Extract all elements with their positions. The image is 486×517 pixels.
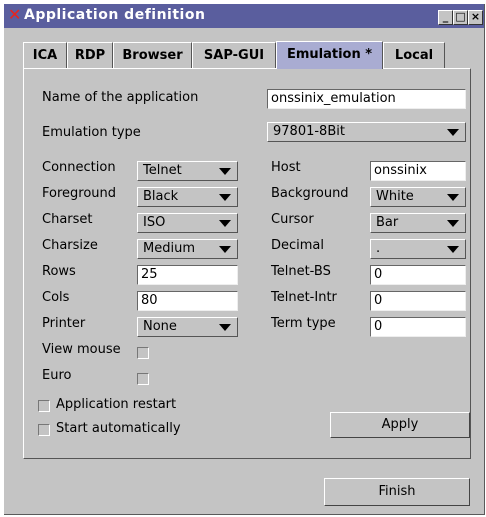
background-select[interactable]: White (370, 187, 466, 207)
app-name-label: Name of the application (42, 90, 199, 105)
charset-value: ISO (143, 215, 166, 230)
application-restart-checkbox[interactable] (38, 400, 50, 412)
decimal-select[interactable]: . (370, 239, 466, 259)
cursor-value: Bar (376, 215, 399, 230)
charset-select[interactable]: ISO (137, 213, 238, 233)
host-input[interactable]: onssinix (370, 161, 466, 181)
telnet-intr-input[interactable]: 0 (370, 291, 466, 311)
printer-value: None (143, 319, 177, 334)
rows-input[interactable]: 25 (137, 265, 238, 285)
background-label: Background (271, 186, 349, 201)
charset-label: Charset (42, 212, 93, 227)
telnet-bs-input[interactable]: 0 (370, 265, 466, 285)
application-definition-window: ✕ Application definition _ □ × ICA RDP B… (4, 4, 485, 515)
chevron-down-icon (447, 246, 459, 253)
chevron-down-icon (219, 220, 231, 227)
cols-input[interactable]: 80 (137, 291, 238, 311)
minimize-button[interactable]: _ (438, 10, 453, 25)
printer-select[interactable]: None (137, 317, 238, 337)
connection-select[interactable]: Telnet (137, 161, 238, 181)
term-type-input[interactable]: 0 (370, 317, 466, 337)
tab-emulation[interactable]: Emulation * (276, 41, 383, 69)
foreground-select[interactable]: Black (137, 187, 238, 207)
maximize-button[interactable]: □ (453, 10, 468, 25)
rows-label: Rows (42, 264, 76, 279)
chevron-down-icon (219, 194, 231, 201)
window-title: Application definition (24, 7, 206, 23)
app-x-icon: ✕ (8, 5, 22, 24)
tab-browser[interactable]: Browser (113, 42, 192, 68)
charsize-value: Medium (143, 241, 195, 256)
chevron-down-icon (447, 194, 459, 201)
cols-label: Cols (42, 290, 70, 305)
term-type-label: Term type (271, 316, 336, 331)
emulation-type-label: Emulation type (42, 125, 141, 140)
title-bar[interactable]: ✕ Application definition _ □ × (4, 4, 484, 28)
emulation-type-value: 97801-8Bit (273, 124, 345, 139)
close-button[interactable]: × (468, 10, 483, 25)
connection-value: Telnet (143, 163, 182, 178)
charsize-select[interactable]: Medium (137, 239, 238, 259)
tab-sap-gui[interactable]: SAP-GUI (192, 42, 276, 68)
finish-button[interactable]: Finish (324, 478, 470, 506)
view-mouse-checkbox[interactable] (137, 347, 149, 359)
printer-label: Printer (42, 316, 86, 331)
euro-label: Euro (42, 368, 72, 383)
chevron-down-icon (219, 324, 231, 331)
cursor-select[interactable]: Bar (370, 213, 466, 233)
telnet-intr-label: Telnet-Intr (271, 290, 337, 305)
tab-ica[interactable]: ICA (23, 42, 67, 68)
euro-checkbox[interactable] (137, 373, 149, 385)
connection-label: Connection (42, 160, 116, 175)
decimal-label: Decimal (271, 238, 325, 253)
tab-local[interactable]: Local (383, 42, 445, 68)
telnet-bs-label: Telnet-BS (271, 264, 331, 279)
host-label: Host (271, 160, 301, 175)
tab-rdp[interactable]: RDP (67, 42, 113, 68)
cursor-label: Cursor (271, 212, 314, 227)
decimal-value: . (376, 241, 381, 256)
chevron-down-icon (219, 168, 231, 175)
start-automatically-checkbox[interactable] (38, 424, 50, 436)
charsize-label: Charsize (42, 238, 98, 253)
emulation-panel: Name of the application onssinix_emulati… (23, 68, 471, 459)
start-automatically-label: Start automatically (56, 421, 181, 436)
app-name-input[interactable]: onssinix_emulation (267, 89, 466, 109)
chevron-down-icon (219, 246, 231, 253)
chevron-down-icon (447, 220, 459, 227)
foreground-value: Black (143, 189, 179, 204)
apply-button[interactable]: Apply (330, 412, 470, 438)
foreground-label: Foreground (42, 186, 117, 201)
chevron-down-icon (447, 129, 459, 136)
view-mouse-label: View mouse (42, 342, 121, 357)
background-value: White (376, 189, 414, 204)
emulation-type-select[interactable]: 97801-8Bit (267, 122, 466, 142)
application-restart-label: Application restart (56, 397, 177, 412)
